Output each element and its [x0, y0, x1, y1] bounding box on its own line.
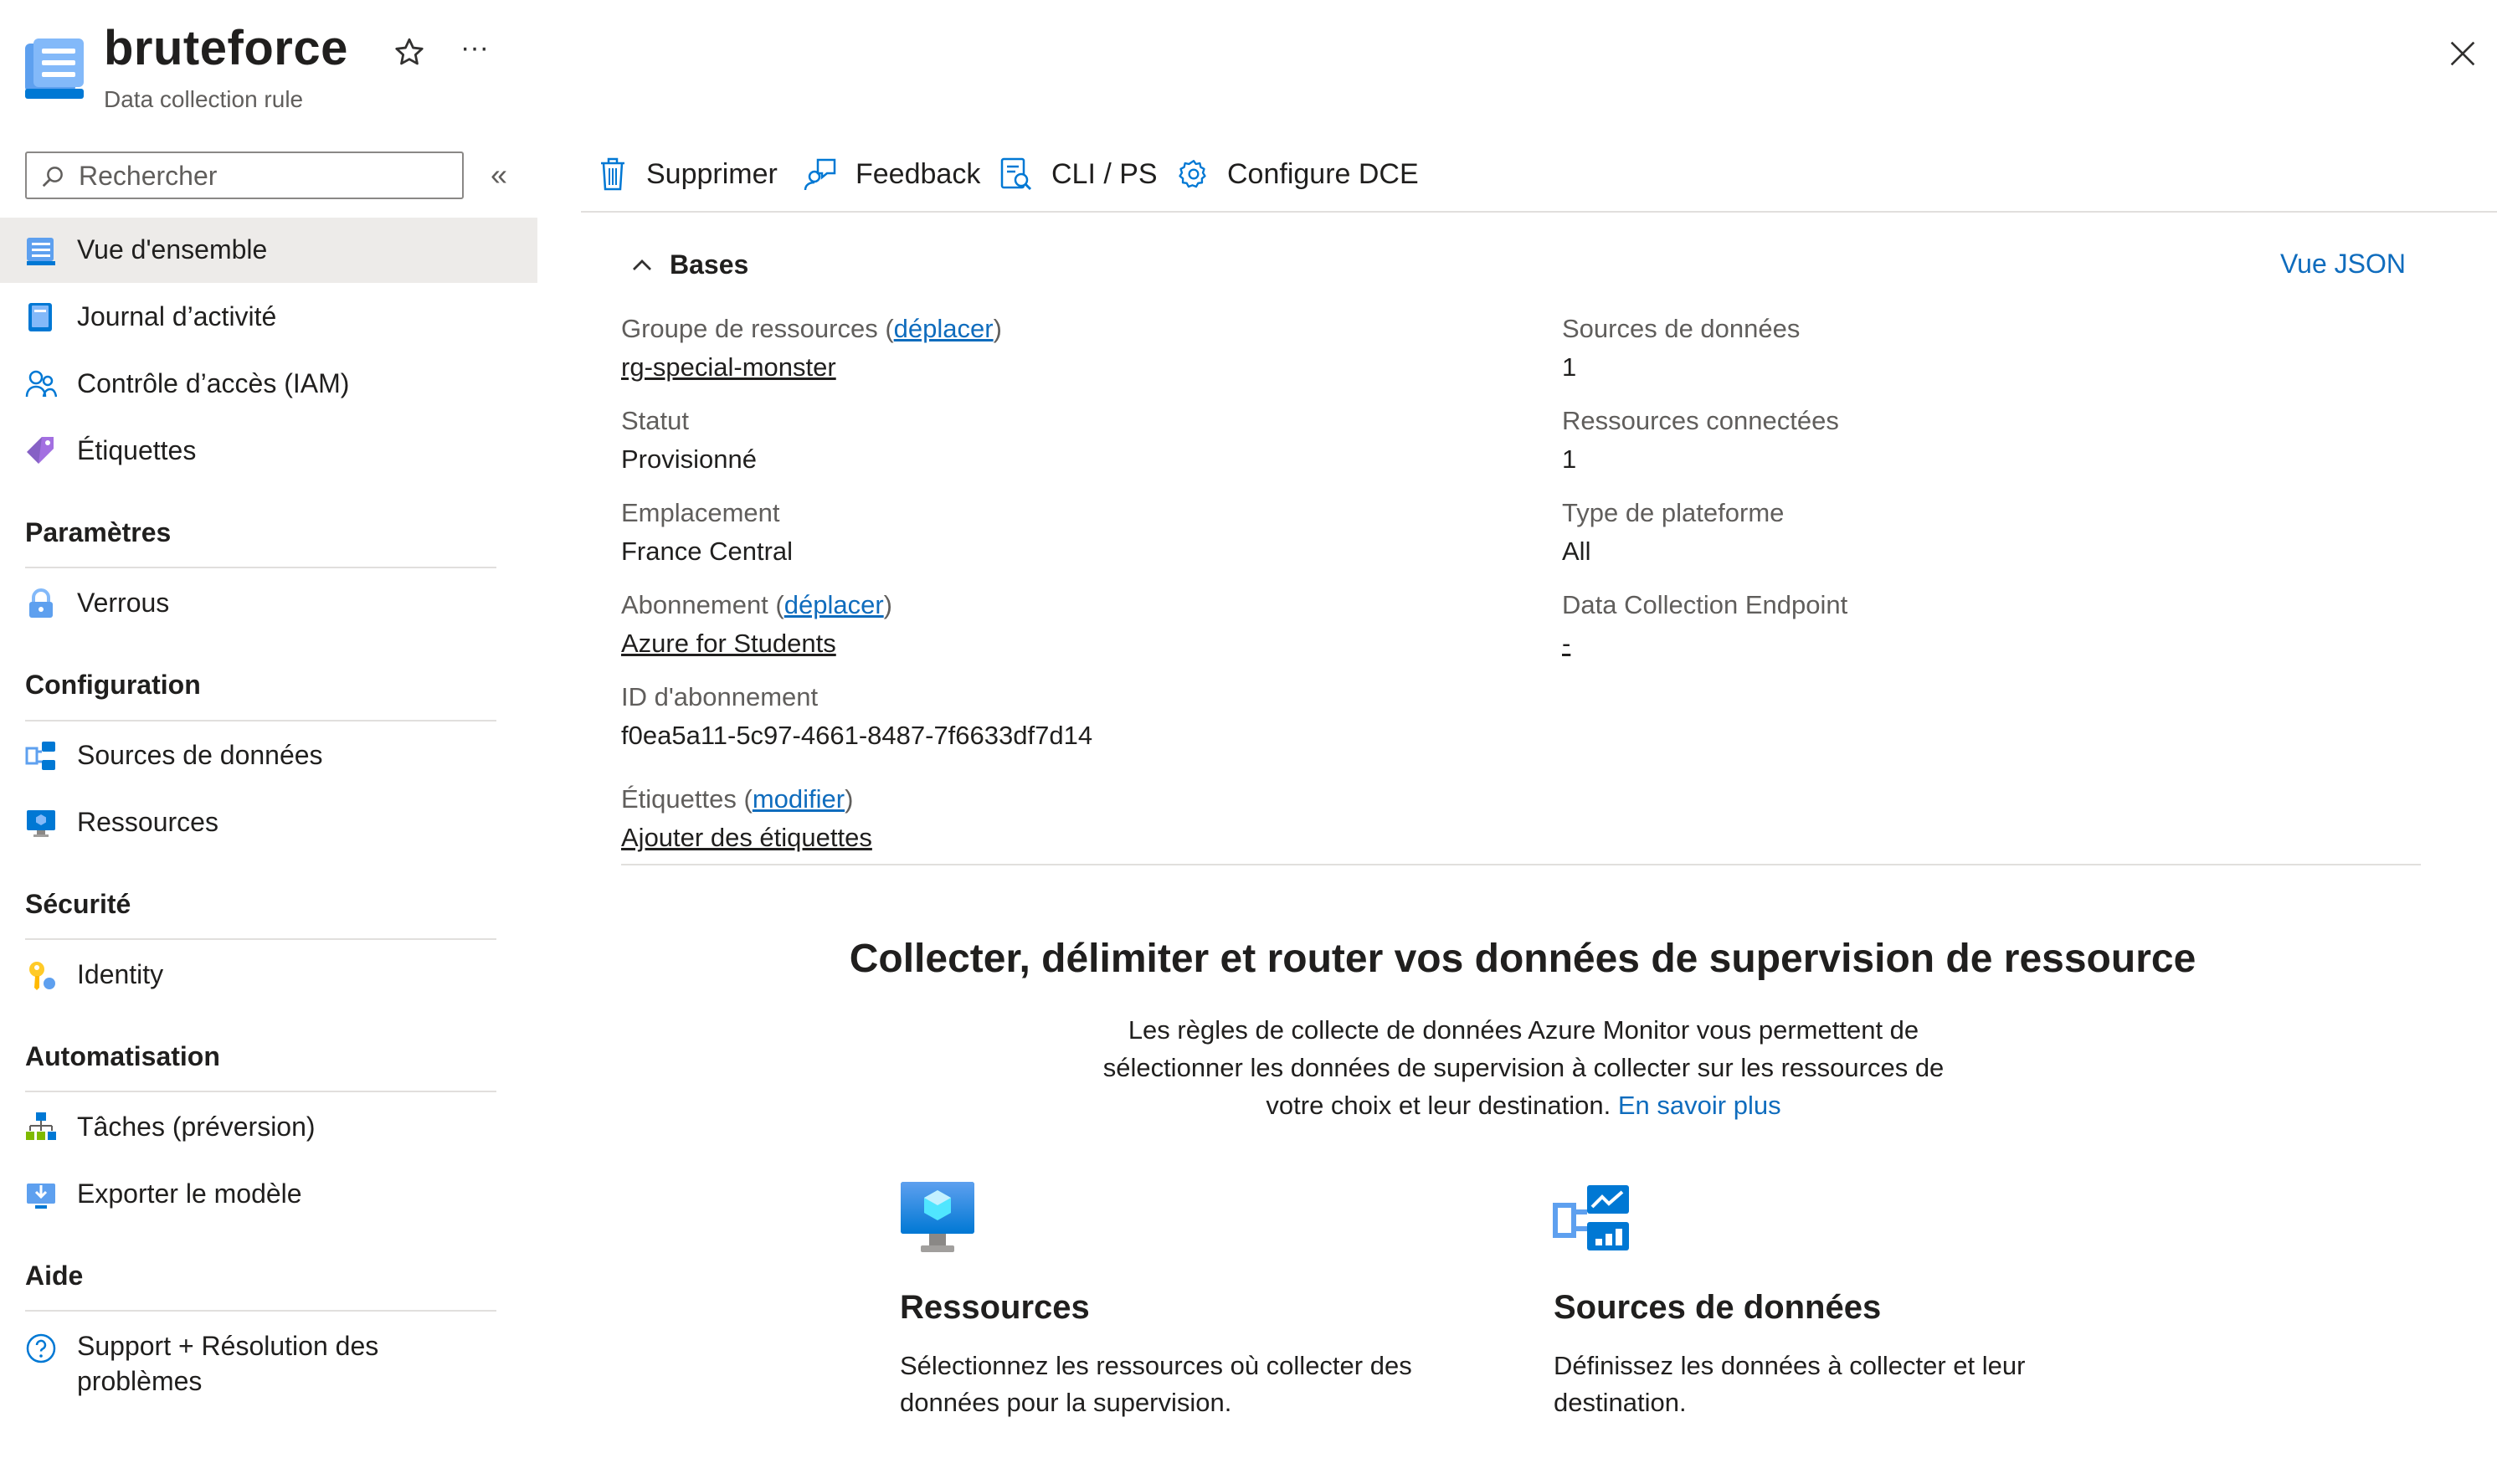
- cli-icon: [999, 157, 1033, 192]
- resource-group-move-link[interactable]: déplacer: [894, 314, 994, 343]
- help-icon: [25, 1333, 57, 1364]
- section-heading-automatisation: Automatisation: [25, 1041, 220, 1071]
- resource-group-label: Groupe de ressources (déplacer): [621, 314, 1002, 343]
- data-collection-rule-icon: [25, 37, 85, 100]
- sidebar-item-overview[interactable]: Vue d'ensemble: [0, 218, 537, 283]
- configure-dce-button[interactable]: Configure DCE: [1177, 153, 1420, 197]
- resource-group-value-link[interactable]: rg-special-monster: [621, 352, 836, 383]
- activity-log-icon: [25, 301, 57, 333]
- delete-label: Supprimer: [646, 158, 778, 190]
- feedback-button[interactable]: Feedback: [804, 153, 981, 197]
- sidebar-item-label: Journal d’activité: [77, 301, 277, 331]
- add-tags-link[interactable]: Ajouter des étiquettes: [621, 823, 872, 853]
- tags-label: Étiquettes (modifier): [621, 784, 854, 814]
- section-divider: [25, 567, 496, 568]
- section-divider: [25, 1310, 496, 1312]
- json-view-link[interactable]: Vue JSON: [2280, 249, 2406, 280]
- export-icon: [25, 1178, 57, 1210]
- gear-icon: [1177, 157, 1210, 192]
- essentials-toggle[interactable]: Bases: [670, 249, 748, 280]
- tags-edit-link[interactable]: modifier: [753, 784, 845, 814]
- iam-icon: [25, 368, 57, 400]
- sidebar-item-label: Étiquettes: [77, 435, 197, 465]
- essentials-divider: [621, 864, 2421, 865]
- configure-dce-label: Configure DCE: [1227, 158, 1419, 190]
- connected-resources-label: Ressources connectées: [1562, 406, 1839, 435]
- data-sources-chart-icon: [1552, 1178, 1632, 1259]
- subscription-value-link[interactable]: Azure for Students: [621, 629, 836, 659]
- sidebar-item-tasks[interactable]: Tâches (préversion): [0, 1095, 537, 1160]
- sidebar-item-label: Contrôle d’accès (IAM): [77, 368, 350, 398]
- more-options-icon[interactable]: ···: [460, 33, 496, 70]
- connected-resources-value: 1: [1562, 444, 1577, 474]
- sidebar-item-activity-log[interactable]: Journal d’activité: [0, 285, 537, 350]
- section-heading-securite: Sécurité: [25, 889, 131, 919]
- feedback-icon: [804, 157, 837, 192]
- data-sources-icon: [25, 740, 57, 772]
- feedback-label: Feedback: [855, 158, 981, 190]
- card-resources-title: Ressources: [900, 1289, 1090, 1326]
- status-label: Statut: [621, 406, 689, 435]
- sidebar-item-label: Vue d'ensemble: [77, 234, 268, 264]
- resource-title: bruteforce: [104, 21, 348, 75]
- close-icon[interactable]: [2446, 37, 2479, 70]
- section-heading-parametres: Paramètres: [25, 517, 172, 547]
- section-heading-aide: Aide: [25, 1261, 84, 1291]
- dce-label: Data Collection Endpoint: [1562, 590, 1848, 619]
- collapse-sidebar-icon[interactable]: «: [491, 160, 519, 191]
- sidebar-item-export-template[interactable]: Exporter le modèle: [0, 1162, 537, 1227]
- platform-type-label: Type de plateforme: [1562, 498, 1785, 527]
- section-divider: [25, 720, 496, 721]
- location-label: Emplacement: [621, 498, 780, 527]
- subscription-id-value: f0ea5a11-5c97-4661-8487-7f6633df7d14: [621, 721, 1093, 750]
- subscription-id-label: ID d'abonnement: [621, 682, 819, 711]
- sidebar-item-label: Support + Résolution des: [77, 1331, 379, 1361]
- sidebar-item-data-sources[interactable]: Sources de données: [0, 723, 537, 788]
- section-divider: [25, 1091, 496, 1092]
- sidebar-item-support[interactable]: Support + Résolution des problèmes: [0, 1314, 537, 1406]
- status-value: Provisionné: [621, 444, 757, 474]
- lock-icon: [25, 588, 57, 619]
- cli-ps-label: CLI / PS: [1051, 158, 1158, 190]
- toolbar-divider: [581, 211, 2497, 213]
- trash-icon: [596, 157, 629, 192]
- data-sources-value: 1: [1562, 352, 1577, 382]
- resource-type-subtitle: Data collection rule: [104, 86, 304, 112]
- sidebar-item-label: problèmes: [77, 1366, 203, 1396]
- card-data-sources-desc: Définissez les données à collecter et le…: [1554, 1351, 2026, 1417]
- search-input[interactable]: [77, 156, 449, 196]
- sidebar-item-label: Verrous: [77, 588, 170, 618]
- tag-icon: [25, 435, 57, 467]
- resources-monitor-icon: [899, 1178, 979, 1259]
- overview-icon: [25, 234, 57, 266]
- section-heading-configuration: Configuration: [25, 670, 201, 700]
- delete-button[interactable]: Supprimer: [596, 153, 778, 197]
- cli-ps-button[interactable]: CLI / PS: [999, 153, 1158, 197]
- sidebar-item-label: Ressources: [77, 807, 218, 837]
- dce-value-link[interactable]: -: [1562, 629, 1570, 659]
- sidebar-item-label: Sources de données: [77, 740, 323, 770]
- subscription-label: Abonnement (déplacer): [621, 590, 892, 619]
- sidebar-item-label: Tâches (préversion): [77, 1112, 316, 1142]
- sidebar-item-label: Exporter le modèle: [77, 1178, 302, 1209]
- platform-type-value: All: [1562, 537, 1591, 566]
- location-value: France Central: [621, 537, 794, 566]
- chevron-up-icon[interactable]: [629, 253, 655, 278]
- card-resources-desc: Sélectionnez les ressources où collecter…: [900, 1351, 1412, 1417]
- sidebar-item-locks[interactable]: Verrous: [0, 571, 537, 636]
- tasks-icon: [25, 1112, 57, 1143]
- data-sources-label: Sources de données: [1562, 314, 1801, 343]
- sidebar-item-iam[interactable]: Contrôle d’accès (IAM): [0, 352, 537, 417]
- hero-title: Collecter, délimiter et router vos donné…: [849, 937, 2196, 981]
- sidebar-item-resources[interactable]: Ressources: [0, 790, 537, 855]
- resources-icon: [25, 807, 57, 839]
- sidebar-item-tags[interactable]: Étiquettes: [0, 418, 537, 484]
- learn-more-link[interactable]: En savoir plus: [1618, 1091, 1781, 1120]
- hero-description: Les règles de collecte de données Azure …: [1102, 1015, 1945, 1120]
- search-icon: [40, 164, 65, 189]
- card-data-sources-title: Sources de données: [1554, 1289, 1882, 1326]
- subscription-move-link[interactable]: déplacer: [784, 590, 884, 619]
- favorite-star-icon[interactable]: [392, 35, 427, 70]
